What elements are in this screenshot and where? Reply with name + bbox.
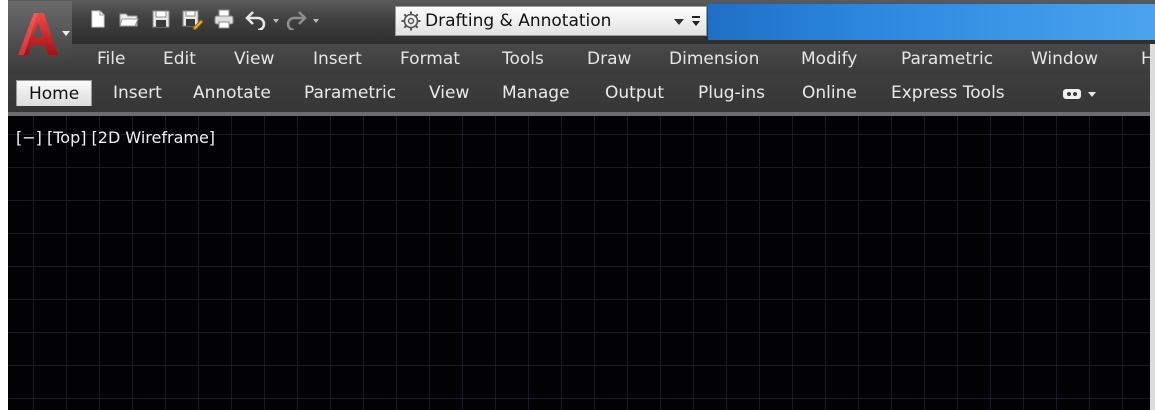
autocad-logo-icon [18, 13, 58, 55]
menu-modify[interactable]: Modify [801, 49, 857, 69]
menu-tools[interactable]: Tools [502, 49, 544, 69]
gear-icon [401, 11, 421, 31]
viewport-controls-label[interactable]: [−] [Top] [2D Wireframe] [16, 128, 215, 147]
redo-icon[interactable] [284, 7, 308, 31]
title-bar-fill [708, 4, 1155, 40]
undo-icon[interactable] [244, 7, 268, 31]
menu-dimension[interactable]: Dimension [669, 49, 759, 69]
menu-file[interactable]: File [97, 49, 125, 69]
new-icon[interactable] [86, 7, 110, 31]
menu-parametric[interactable]: Parametric [901, 49, 993, 69]
save-icon[interactable] [149, 7, 173, 31]
undo-dropdown-icon[interactable] [273, 19, 279, 23]
tab-parametric[interactable]: Parametric [304, 83, 396, 103]
menu-draw[interactable]: Draw [587, 49, 631, 69]
video-camera-icon[interactable] [1063, 87, 1103, 101]
tab-online[interactable]: Online [802, 83, 857, 103]
drawing-area[interactable]: [−] [Top] [2D Wireframe] [8, 116, 1155, 410]
tab-insert[interactable]: Insert [113, 83, 162, 103]
menu-format[interactable]: Format [400, 49, 460, 69]
window-edge [1150, 44, 1155, 410]
tab-express-tools[interactable]: Express Tools [891, 83, 1005, 103]
tab-plug-ins[interactable]: Plug-ins [698, 83, 765, 103]
chevron-down-icon [62, 31, 70, 36]
tab-output[interactable]: Output [605, 83, 664, 103]
workspace-switcher[interactable]: Drafting & Annotation [395, 6, 707, 36]
autocad-window: Drafting & Annotation File Edit View Ins… [0, 0, 1155, 410]
tab-view[interactable]: View [429, 83, 469, 103]
menu-view[interactable]: View [234, 49, 274, 69]
tab-annotate[interactable]: Annotate [193, 83, 271, 103]
workspace-label: Drafting & Annotation [425, 11, 612, 31]
plot-icon[interactable] [212, 7, 236, 31]
ribbon-tab-bar: Home Insert Annotate Parametric View Man… [8, 74, 1155, 114]
menu-insert[interactable]: Insert [313, 49, 362, 69]
quick-access-toolbar: Drafting & Annotation [8, 0, 1155, 44]
menu-bar: File Edit View Insert Format Tools Draw … [8, 44, 1155, 74]
menu-window[interactable]: Window [1031, 49, 1098, 69]
redo-dropdown-icon[interactable] [313, 19, 319, 23]
tab-home[interactable]: Home [16, 80, 93, 106]
chevron-down-icon[interactable] [674, 19, 684, 25]
customize-qat-icon[interactable] [690, 14, 702, 28]
application-menu-button[interactable] [8, 1, 72, 65]
open-icon[interactable] [117, 7, 141, 31]
save-as-icon[interactable] [180, 7, 204, 31]
tab-manage[interactable]: Manage [502, 83, 570, 103]
menu-edit[interactable]: Edit [163, 49, 196, 69]
